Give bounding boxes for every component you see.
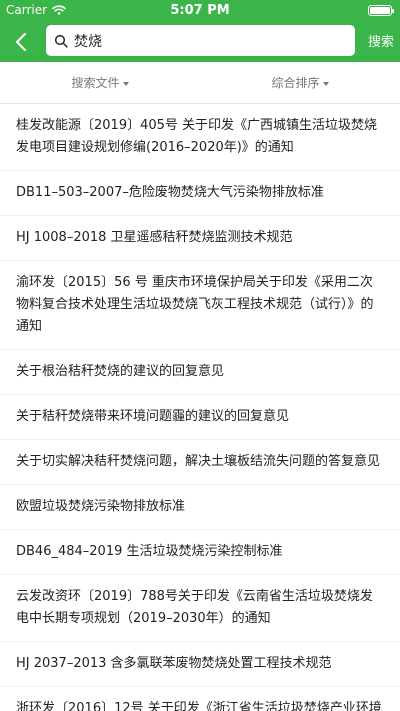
status-time: 5:07 PM <box>170 3 230 18</box>
filter-label: 综合排序 <box>271 76 320 90</box>
status-bar: Carrier 5:07 PM <box>0 0 400 22</box>
list-item[interactable]: 关于秸秆焚烧带来环境问题霾的建议的回复意见 <box>0 395 400 440</box>
back-button[interactable] <box>8 28 34 56</box>
list-item[interactable]: 关于根治秸秆焚烧的建议的回复意见 <box>0 350 400 395</box>
filter-label: 搜索文件 <box>71 76 120 90</box>
app-header: Carrier 5:07 PM 搜索 <box>0 0 400 62</box>
list-item[interactable]: 欧盟垃圾焚烧污染物排放标准 <box>0 485 400 530</box>
caret-down-icon <box>122 81 129 86</box>
caret-down-icon <box>322 81 329 86</box>
filter-sort[interactable]: 综合排序 <box>200 62 400 103</box>
list-item[interactable]: HJ 2037–2013 含多氯联苯废物焚烧处置工程技术规范 <box>0 642 400 687</box>
back-arrow-icon <box>15 32 27 52</box>
list-item[interactable]: 浙环发〔2016〕12号 关于印发《浙江省生活垃圾焚烧产业环境 <box>0 687 400 711</box>
search-button[interactable]: 搜索 <box>368 31 394 50</box>
list-item[interactable]: HJ 1008–2018 卫星遥感秸秆焚烧监测技术规范 <box>0 216 400 261</box>
list-item[interactable]: DB46_484–2019 生活垃圾焚烧污染控制标准 <box>0 530 400 575</box>
list-item[interactable]: 云发改资环〔2019〕788号关于印发《云南省生活垃圾焚烧发电中长期专项规划（2… <box>0 575 400 642</box>
battery-icon <box>368 5 394 16</box>
list-item[interactable]: 桂发改能源〔2019〕405号 关于印发《广西城镇生活垃圾焚烧发电项目建设规划修… <box>0 104 400 171</box>
search-input[interactable] <box>74 32 334 49</box>
list-item[interactable]: DB11–503–2007–危险废物焚烧大气污染物排放标准 <box>0 171 400 216</box>
search-icon <box>54 34 68 48</box>
result-list: 桂发改能源〔2019〕405号 关于印发《广西城镇生活垃圾焚烧发电项目建设规划修… <box>0 104 400 711</box>
filter-bar: 搜索文件 综合排序 <box>0 62 400 104</box>
search-box[interactable] <box>46 25 355 56</box>
filter-search-files[interactable]: 搜索文件 <box>0 62 200 103</box>
list-item[interactable]: 关于切实解决秸秆焚烧问题，解决土壤板结流失问题的答复意见 <box>0 440 400 485</box>
list-item[interactable]: 渝环发〔2015〕56 号 重庆市环境保护局关于印发《采用二次物料复合技术处理生… <box>0 261 400 350</box>
